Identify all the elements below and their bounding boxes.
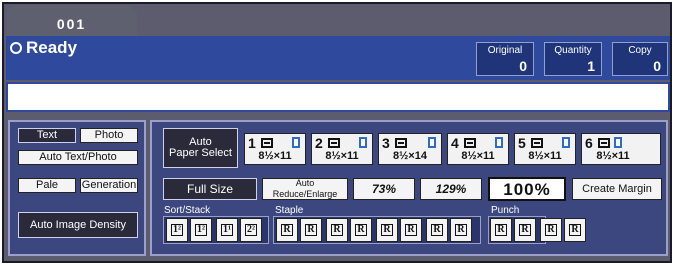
staple-top-left-icon[interactable]: R xyxy=(276,218,298,242)
ratio-73-button[interactable]: 73% xyxy=(353,178,415,200)
tray-icon xyxy=(531,138,543,148)
original-counter: Original 0 xyxy=(476,42,534,76)
quantity-value: 1 xyxy=(587,58,595,74)
stack-icon[interactable]: 1¹ xyxy=(216,218,238,242)
auto-reduce-enlarge-button[interactable]: Auto Reduce/Enlarge xyxy=(262,178,348,200)
tray-number: 2 xyxy=(315,135,323,151)
punch-left-alt-icon[interactable]: R xyxy=(514,218,536,242)
punch-top-alt-icon[interactable]: R xyxy=(564,218,586,242)
generation-button[interactable]: Generation xyxy=(80,178,138,193)
photo-mode-button[interactable]: Photo xyxy=(80,128,138,143)
quantity-label: Quantity xyxy=(554,45,592,56)
ready-circle-icon xyxy=(10,42,22,54)
paper-size: 8½×11 xyxy=(528,150,562,162)
full-size-button[interactable]: Full Size xyxy=(163,178,257,200)
paper-tray-2-button[interactable]: 2 8½×11 xyxy=(311,133,373,165)
paper-size: 8½×11 xyxy=(325,150,359,162)
copy-counter: 001 xyxy=(56,16,87,32)
paper-tray-4-button[interactable]: 4 8½×11 xyxy=(447,133,509,165)
ratio-display: 100% xyxy=(488,177,566,201)
tray-icon xyxy=(598,138,610,148)
staple-two-left-icon[interactable]: R xyxy=(376,218,398,242)
staple-label: Staple xyxy=(275,205,304,216)
staple-two-left-alt-icon[interactable]: R xyxy=(400,218,422,242)
tray-number: 5 xyxy=(518,135,526,151)
punch-label: Punch xyxy=(491,205,520,216)
tray-number: 1 xyxy=(248,135,256,151)
tray-icon xyxy=(395,138,407,148)
original-label: Original xyxy=(487,45,523,56)
paper-size: 8½×11 xyxy=(461,150,495,162)
staple-two-top-icon[interactable]: R xyxy=(426,218,448,242)
punch-left-icon[interactable]: R xyxy=(490,218,512,242)
paper-size: 8½×11 xyxy=(258,150,292,162)
paper-tray-1-button[interactable]: 1 8½×11 xyxy=(244,133,306,165)
text-mode-button[interactable]: Text xyxy=(18,128,76,143)
ready-text: Ready xyxy=(26,38,78,57)
quantity-counter: Quantity 1 xyxy=(544,42,602,76)
original-value: 0 xyxy=(519,58,527,74)
auto-text-photo-button[interactable]: Auto Text/Photo xyxy=(18,150,138,165)
ready-status: Ready xyxy=(10,38,77,58)
paper-sheet-icon xyxy=(428,137,436,148)
copy-label: Copy xyxy=(628,45,652,56)
tray-icon xyxy=(261,138,273,148)
punch-top-icon[interactable]: R xyxy=(540,218,562,242)
rotate-stack-icon[interactable]: 2² xyxy=(240,218,262,242)
tray-number: 3 xyxy=(382,135,390,151)
sort-stack-label: Sort/Stack xyxy=(164,205,211,216)
staple-top-left-angled-icon[interactable]: R xyxy=(300,218,322,242)
tray-icon xyxy=(328,138,340,148)
tray-number: 6 xyxy=(585,135,593,151)
paper-tray-3-button[interactable]: 3 8½×14 xyxy=(378,133,442,165)
paper-tray-5-button[interactable]: 5 8½×11 xyxy=(514,133,576,165)
paper-sheet-icon xyxy=(292,137,300,148)
paper-tray-6-button[interactable]: 6 8½×11 xyxy=(581,133,661,165)
paper-size: 8½×11 xyxy=(596,150,630,162)
paper-sheet-icon xyxy=(562,137,570,148)
auto-paper-select-button[interactable]: Auto Paper Select xyxy=(163,128,238,168)
staple-top-right-icon[interactable]: R xyxy=(326,218,348,242)
rotate-sort-icon[interactable]: 1² xyxy=(190,218,212,242)
tray-number: 4 xyxy=(451,135,459,151)
staple-two-top-alt-icon[interactable]: R xyxy=(450,218,472,242)
paper-sheet-icon xyxy=(495,137,503,148)
message-area xyxy=(6,82,670,112)
paper-size: 8½×14 xyxy=(393,150,427,162)
copy-counter-box: Copy 0 xyxy=(612,42,668,76)
auto-image-density-button[interactable]: Auto Image Density xyxy=(18,212,138,238)
sort-icon[interactable]: 1² xyxy=(166,218,188,242)
create-margin-button[interactable]: Create Margin xyxy=(572,178,662,200)
tray-icon xyxy=(464,138,476,148)
pale-button[interactable]: Pale xyxy=(18,178,76,193)
paper-sheet-icon xyxy=(614,137,622,148)
paper-sheet-icon xyxy=(359,137,367,148)
staple-top-right-angled-icon[interactable]: R xyxy=(350,218,372,242)
ratio-129-button[interactable]: 129% xyxy=(420,178,482,200)
copy-value: 0 xyxy=(653,58,661,74)
counter-tab: 001 xyxy=(6,6,137,36)
